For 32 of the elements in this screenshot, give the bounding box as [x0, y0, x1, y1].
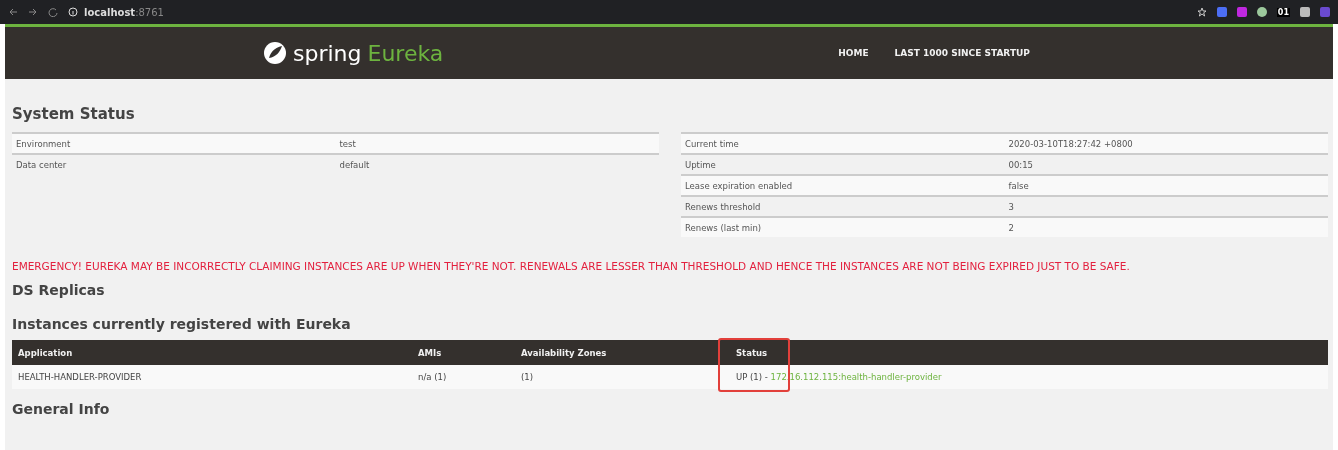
section-title: Instances currently registered with Eureka [12, 316, 352, 332]
emergency-message: EMERGENCY! EUREKA MAY BE INCORRECTLY CLAIMING INSTANCES ARE UP WHEN THEY'RE NOT. RENEWALS ARE LESSER THAN THRESHOLD AND HENCE THE INSTANCES ARE NOT BEING EXPIRED JUST TO BE SAFE. [12, 261, 1131, 272]
table-cell: default [335, 154, 659, 174]
nav-link[interactable]: LAST 1000 SINCE STARTUP [894, 48, 1030, 58]
table-cell: false [1004, 175, 1328, 196]
brand-product[interactable]: Eureka [367, 40, 444, 66]
section-title: DS Replicas [12, 282, 106, 298]
column-header: Application [12, 340, 412, 365]
section-title: System Status [12, 105, 136, 123]
table-cell: (1) [515, 365, 730, 389]
table-cell: Uptime [681, 154, 1005, 175]
column-header: Status [730, 340, 1328, 365]
column-header: AMIs [412, 340, 515, 365]
table-cell: Current time [681, 133, 1005, 154]
column-header: Availability Zones [515, 340, 730, 365]
table-cell: Renews threshold [681, 196, 1005, 217]
table-cell: Renews (last min) [681, 217, 1005, 237]
extension-badge[interactable]: 01 [1276, 7, 1290, 17]
brand-name[interactable]: spring [293, 40, 362, 66]
address-bar[interactable]: localhost:8761 [84, 6, 164, 18]
table-cell: 2020-03-10T18:27:42 +0800 [1004, 133, 1328, 154]
table-cell: Data center [12, 154, 336, 174]
table-cell: 2 [1004, 217, 1328, 237]
table-cell: 3 [1004, 196, 1328, 217]
table-cell: 00:15 [1004, 154, 1328, 175]
table-cell: Environment [12, 133, 336, 154]
table-cell: test [335, 133, 659, 154]
table-cell: Lease expiration enabled [681, 175, 1005, 196]
table-cell: HEALTH-HANDLER-PROVIDER [12, 365, 412, 389]
section-title: General Info [12, 401, 111, 417]
nav-link[interactable]: HOME [838, 48, 869, 58]
table-cell: n/a (1) [412, 365, 515, 389]
